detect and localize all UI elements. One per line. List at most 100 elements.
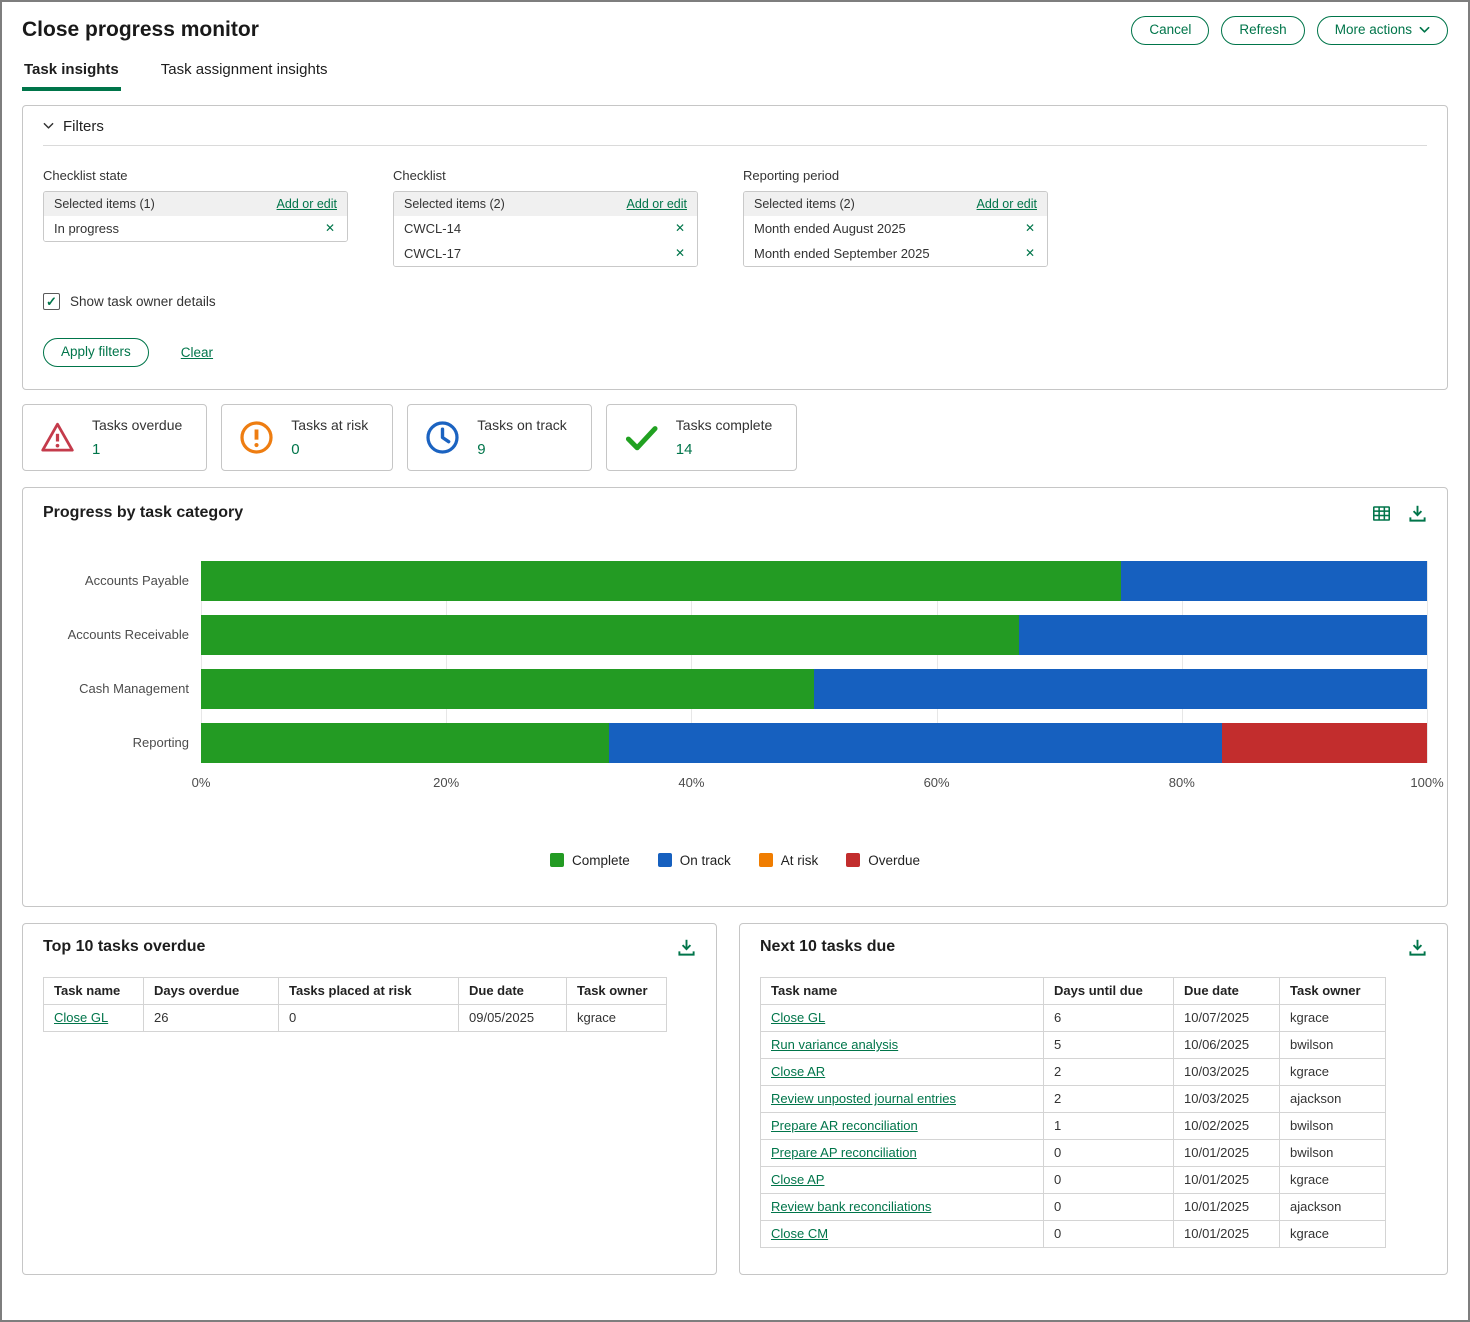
gridline — [1427, 561, 1428, 763]
task-link[interactable]: Close CM — [771, 1226, 828, 1241]
chevron-down-icon — [43, 122, 54, 130]
refresh-button[interactable]: Refresh — [1221, 16, 1304, 45]
table-cell: 10/01/2025 — [1174, 1166, 1280, 1193]
card-label: Tasks overdue — [92, 417, 182, 433]
selected-items-count: Selected items (2) — [404, 197, 505, 211]
column-header-due-date: Due date — [459, 977, 567, 1004]
selected-items-count: Selected items (1) — [54, 197, 155, 211]
remove-item-icon[interactable]: ✕ — [1023, 246, 1037, 260]
table-row: Prepare AR reconciliation110/02/2025bwil… — [761, 1112, 1386, 1139]
task-link[interactable]: Close GL — [54, 1010, 108, 1025]
filter-box-header: Selected items (1) Add or edit — [44, 192, 347, 216]
task-link[interactable]: Close AP — [771, 1172, 824, 1187]
table-cell: 0 — [279, 1004, 459, 1031]
card-text: Tasks overdue1 — [92, 417, 182, 458]
more-actions-label: More actions — [1335, 23, 1412, 38]
summary-card-tasks-at-risk: Tasks at risk0 — [221, 404, 393, 471]
table-cell: 26 — [144, 1004, 279, 1031]
column-header-days-until-due: Days until due — [1044, 977, 1174, 1004]
filter-selection-box: Selected items (2)Add or editCWCL-14✕CWC… — [393, 191, 698, 267]
filters-collapse-header[interactable]: Filters — [43, 118, 104, 135]
table-row: Close AR210/03/2025kgrace — [761, 1058, 1386, 1085]
card-text: Tasks on track9 — [477, 417, 566, 458]
overdue-panel-header: Top 10 tasks overdue — [43, 938, 696, 957]
download-icon[interactable] — [1408, 938, 1427, 957]
tab-task-insights[interactable]: Task insights — [22, 61, 121, 91]
task-link[interactable]: Run variance analysis — [771, 1037, 898, 1052]
table-row: Prepare AP reconciliation010/01/2025bwil… — [761, 1139, 1386, 1166]
table-cell: 0 — [1044, 1166, 1174, 1193]
stacked-bar-chart: Accounts PayableAccounts ReceivableCash … — [43, 561, 1427, 763]
page-title: Close progress monitor — [22, 18, 259, 42]
table-row: Review unposted journal entries210/03/20… — [761, 1085, 1386, 1112]
bottom-tables-row: Top 10 tasks overdue Task nameDays overd… — [22, 923, 1448, 1275]
table-header-row: Task nameDays until dueDue dateTask owne… — [761, 977, 1386, 1004]
table-cell: kgrace — [1280, 1166, 1386, 1193]
filter-selected-item: In progress✕ — [44, 216, 347, 241]
filter-item-label: Month ended September 2025 — [754, 246, 930, 261]
remove-item-icon[interactable]: ✕ — [1023, 221, 1037, 235]
table-cell: 5 — [1044, 1031, 1174, 1058]
bar-segment-overdue[interactable] — [1222, 723, 1427, 763]
table-cell: Review bank reconciliations — [761, 1193, 1044, 1220]
bar-segment-complete[interactable] — [201, 561, 1121, 601]
filter-group-label: Checklist — [393, 168, 698, 183]
show-task-owner-details-option[interactable]: ✓ Show task owner details — [43, 293, 216, 310]
task-link[interactable]: Prepare AP reconciliation — [771, 1145, 917, 1160]
add-or-edit-link[interactable]: Add or edit — [627, 197, 687, 211]
table-cell: kgrace — [567, 1004, 667, 1031]
more-actions-button[interactable]: More actions — [1317, 16, 1448, 45]
table-cell: Prepare AR reconciliation — [761, 1112, 1044, 1139]
filter-selected-item: CWCL-14✕ — [394, 216, 697, 241]
axis-tick-label: 100% — [1410, 775, 1443, 790]
bar-segment-on-track[interactable] — [814, 669, 1427, 709]
table-cell: bwilson — [1280, 1139, 1386, 1166]
checkbox-checked-icon[interactable]: ✓ — [43, 293, 60, 310]
add-or-edit-link[interactable]: Add or edit — [977, 197, 1037, 211]
download-icon[interactable] — [677, 938, 696, 957]
bar-segment-complete[interactable] — [201, 669, 814, 709]
task-link[interactable]: Prepare AR reconciliation — [771, 1118, 918, 1133]
filter-selection-box: Selected items (1) Add or edit In progress… — [43, 191, 348, 242]
cancel-button[interactable]: Cancel — [1131, 16, 1209, 45]
column-header-due-date: Due date — [1174, 977, 1280, 1004]
table-row: Close GL26009/05/2025kgrace — [44, 1004, 667, 1031]
remove-item-icon[interactable]: ✕ — [323, 221, 337, 235]
clear-filters-link[interactable]: Clear — [181, 345, 213, 360]
table-cell: 2 — [1044, 1058, 1174, 1085]
table-row: Close CM010/01/2025kgrace — [761, 1220, 1386, 1247]
task-link[interactable]: Close AR — [771, 1064, 825, 1079]
task-link[interactable]: Review bank reconciliations — [771, 1199, 931, 1214]
table-cell: 2 — [1044, 1085, 1174, 1112]
download-icon[interactable] — [1408, 504, 1427, 523]
table-cell: 10/06/2025 — [1174, 1031, 1280, 1058]
filter-group-reporting-period: Reporting periodSelected items (2)Add or… — [743, 168, 1048, 267]
task-link[interactable]: Review unposted journal entries — [771, 1091, 956, 1106]
legend-label: Complete — [572, 853, 630, 868]
table-view-icon[interactable] — [1372, 504, 1391, 523]
table-row: Close GL610/07/2025kgrace — [761, 1004, 1386, 1031]
apply-filters-button[interactable]: Apply filters — [43, 338, 149, 367]
filter-group-label: Checklist state — [43, 168, 348, 183]
column-header-task-owner: Task owner — [567, 977, 667, 1004]
bar-segment-complete[interactable] — [201, 723, 609, 763]
tab-task-assignment-insights[interactable]: Task assignment insights — [159, 61, 330, 91]
bar-reporting — [201, 723, 1427, 763]
summary-card-tasks-on-track: Tasks on track9 — [407, 404, 591, 471]
filter-actions-row: Apply filters Clear — [43, 338, 1427, 367]
table-cell: 0 — [1044, 1220, 1174, 1247]
task-link[interactable]: Close GL — [771, 1010, 825, 1025]
chart-legend: CompleteOn trackAt riskOverdue — [43, 853, 1427, 868]
add-or-edit-link[interactable]: Add or edit — [277, 197, 337, 211]
axis-tick-label: 60% — [924, 775, 950, 790]
table-cell: 10/03/2025 — [1174, 1058, 1280, 1085]
bar-segment-on-track[interactable] — [609, 723, 1222, 763]
bar-segment-on-track[interactable] — [1019, 615, 1427, 655]
remove-item-icon[interactable]: ✕ — [673, 246, 687, 260]
page-header: Close progress monitor Cancel Refresh Mo… — [2, 2, 1468, 53]
bar-segment-complete[interactable] — [201, 615, 1019, 655]
remove-item-icon[interactable]: ✕ — [673, 221, 687, 235]
bar-segment-on-track[interactable] — [1121, 561, 1428, 601]
filter-box-header: Selected items (2) Add or edit — [394, 192, 697, 216]
filter-group-checklist: Checklist Selected items (2) Add or edit CW… — [393, 168, 698, 267]
